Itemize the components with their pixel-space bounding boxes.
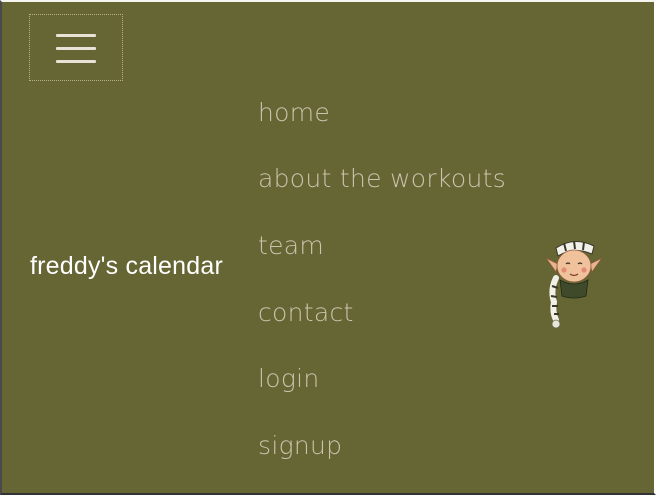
hamburger-icon-bar-top bbox=[56, 34, 96, 37]
nav-link-signup[interactable]: signup bbox=[258, 431, 342, 460]
nav-link-login[interactable]: login bbox=[258, 364, 320, 393]
app-window: freddy's calendar home about the workout… bbox=[0, 0, 656, 495]
hamburger-icon-bar-middle bbox=[56, 47, 96, 50]
nav-link-about-the-workouts[interactable]: about the workouts bbox=[258, 164, 506, 193]
nav-link-team[interactable]: team bbox=[258, 231, 324, 260]
menu-toggle-button[interactable] bbox=[29, 14, 123, 81]
hamburger-icon-bar-bottom bbox=[56, 60, 96, 63]
site-brand-link[interactable]: freddy's calendar bbox=[30, 252, 223, 281]
nav-link-home[interactable]: home bbox=[258, 98, 330, 127]
elf-mascot-icon bbox=[545, 240, 603, 329]
nav-link-contact[interactable]: contact bbox=[258, 298, 354, 327]
